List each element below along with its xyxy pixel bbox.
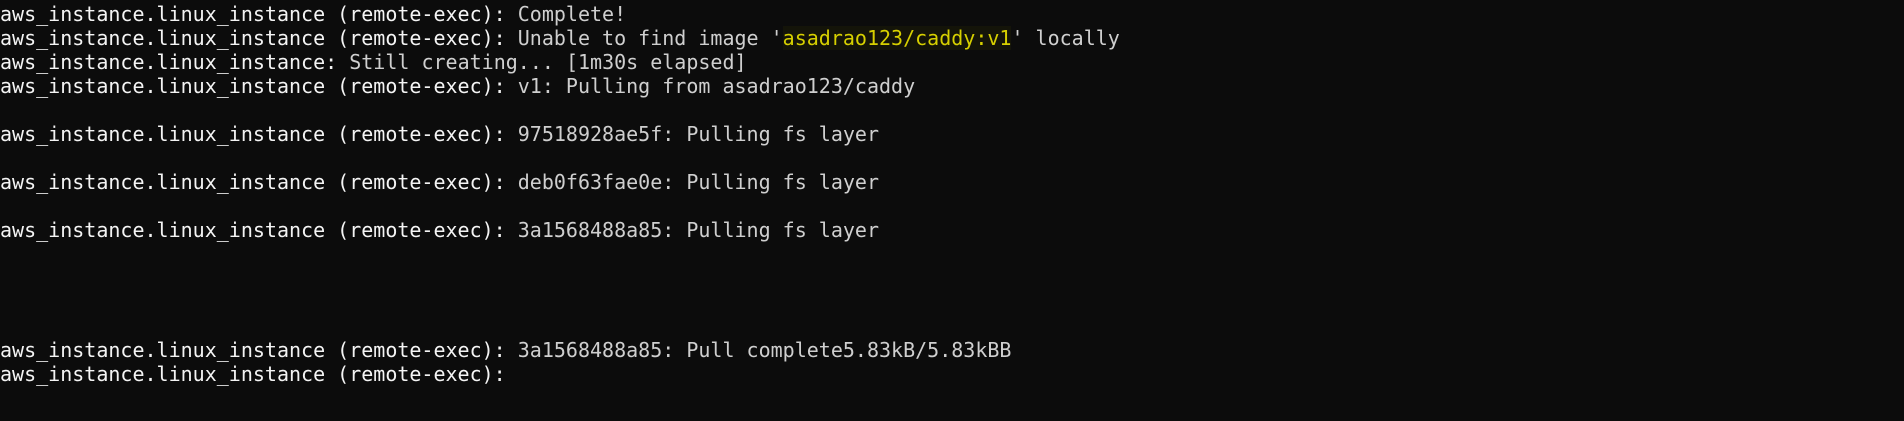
line-message: Complete! bbox=[517, 2, 627, 26]
line-prefix: aws_instance.linux_instance (remote-exec… bbox=[0, 122, 518, 146]
line-prefix: aws_instance.linux_instance: bbox=[0, 50, 350, 74]
line-prefix: aws_instance.linux_instance (remote-exec… bbox=[0, 362, 518, 386]
line-message: 3a1568488a85: Pull complete5.83kB/5.83kB… bbox=[517, 338, 1012, 362]
terminal-line: aws_instance.linux_instance (remote-exec… bbox=[0, 2, 1904, 26]
line-prefix: aws_instance.linux_instance (remote-exec… bbox=[0, 26, 518, 50]
line-message: 97518928ae5f: Pulling fs layer bbox=[517, 122, 879, 146]
terminal-line: aws_instance.linux_instance (remote-exec… bbox=[0, 122, 1904, 146]
line-message-before: Unable to find image ' bbox=[517, 26, 783, 50]
line-prefix: aws_instance.linux_instance (remote-exec… bbox=[0, 74, 518, 98]
terminal-line: aws_instance.linux_instance (remote-exec… bbox=[0, 218, 1904, 242]
highlighted-image-name: asadrao123/caddy:v1 bbox=[782, 26, 1012, 50]
line-message: 3a1568488a85: Pulling fs layer bbox=[517, 218, 879, 242]
line-message: deb0f63fae0e: Pulling fs layer bbox=[517, 170, 879, 194]
terminal-output[interactable]: aws_instance.linux_instance (remote-exec… bbox=[0, 0, 1904, 421]
line-message: v1: Pulling from asadrao123/caddy bbox=[517, 74, 916, 98]
terminal-line: aws_instance.linux_instance (remote-exec… bbox=[0, 362, 1904, 386]
line-prefix: aws_instance.linux_instance (remote-exec… bbox=[0, 2, 518, 26]
terminal-line: aws_instance.linux_instance (remote-exec… bbox=[0, 74, 1904, 98]
line-message-after: ' locally bbox=[1011, 26, 1120, 50]
terminal-line: aws_instance.linux_instance: Still creat… bbox=[0, 50, 1904, 74]
line-prefix: aws_instance.linux_instance (remote-exec… bbox=[0, 338, 518, 362]
terminal-line: aws_instance.linux_instance (remote-exec… bbox=[0, 170, 1904, 194]
line-prefix: aws_instance.linux_instance (remote-exec… bbox=[0, 218, 518, 242]
line-prefix: aws_instance.linux_instance (remote-exec… bbox=[0, 170, 518, 194]
line-message: Still creating... [1m30s elapsed] bbox=[349, 50, 747, 74]
terminal-line: aws_instance.linux_instance (remote-exec… bbox=[0, 338, 1904, 362]
terminal-line: aws_instance.linux_instance (remote-exec… bbox=[0, 26, 1904, 50]
